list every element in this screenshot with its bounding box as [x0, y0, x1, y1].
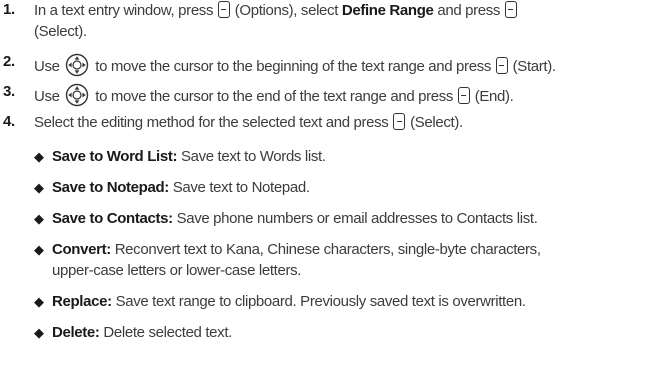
step-number: 1.	[3, 1, 15, 18]
bullet-item-convert: ◆ Convert: Reconvert text to Kana, Chines…	[34, 241, 541, 258]
diamond-bullet-icon: ◆	[34, 149, 44, 164]
softkey-icon	[393, 113, 406, 130]
diamond-bullet-icon: ◆	[34, 180, 44, 195]
navigation-key-icon	[66, 53, 89, 77]
step-number: 4.	[3, 113, 15, 130]
softkey-icon	[504, 1, 517, 18]
step-1-line-1: In a text entry window, press (Options),…	[34, 1, 518, 21]
step-4-line: Select the editing method for the select…	[34, 113, 463, 131]
step-number: 3.	[3, 83, 15, 100]
bullet-item-convert-continued: upper-case letters or lower-case letters…	[52, 262, 302, 279]
bullet-item-replace: ◆ Replace: Save text range to clipboard. …	[34, 293, 526, 310]
instructions-document: 1. In a text entry window, press (Option…	[0, 0, 668, 369]
diamond-bullet-icon: ◆	[34, 242, 44, 257]
step-1-line-2: (Select).	[34, 23, 87, 40]
diamond-bullet-icon: ◆	[34, 294, 44, 309]
step-3-line: Use to move the cursor to the end of the…	[34, 83, 514, 107]
softkey-icon	[495, 57, 508, 74]
diamond-bullet-icon: ◆	[34, 325, 44, 340]
bullet-item-delete: ◆ Delete: Delete selected text.	[34, 324, 232, 341]
bullet-item-save-to-contacts: ◆ Save to Contacts: Save phone numbers or…	[34, 210, 538, 227]
navigation-key-icon	[66, 83, 89, 107]
softkey-icon	[457, 87, 470, 104]
bullet-item-save-to-word-list: ◆ Save to Word List: Save text to Words l…	[34, 148, 326, 165]
bullet-item-save-to-notepad: ◆ Save to Notepad: Save text to Notepad.	[34, 179, 310, 196]
step-number: 2.	[3, 53, 15, 70]
softkey-icon	[217, 1, 230, 18]
diamond-bullet-icon: ◆	[34, 211, 44, 226]
step-2-line: Use to move the cursor to the beginning …	[34, 53, 556, 77]
